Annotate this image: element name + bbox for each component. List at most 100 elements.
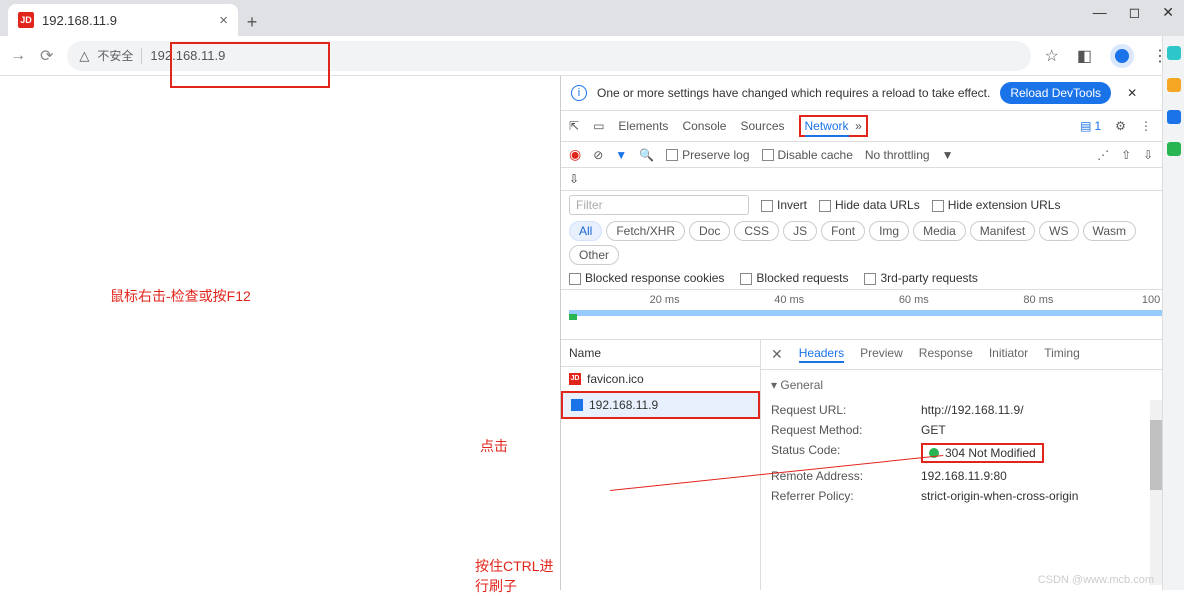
url-text: 192.168.11.9 [150,48,225,63]
hide-ext-checkbox[interactable]: Hide extension URLs [932,198,1061,212]
side-icon-3[interactable] [1167,110,1181,124]
more-icon[interactable]: ⋮ [1140,119,1152,133]
info-bar: i One or more settings have changed whic… [561,76,1184,111]
extensions-icon[interactable]: ◧ [1077,46,1092,66]
wifi-icon[interactable]: ⋰ [1097,148,1109,162]
annotation-click: 点击 [480,436,508,456]
new-tab-button[interactable]: + [238,8,266,36]
side-panel-strip [1162,36,1184,590]
request-item-page[interactable]: 192.168.11.9 [561,391,760,419]
chip-font[interactable]: Font [821,221,865,241]
tab-network[interactable]: Network [805,119,849,137]
window-controls: — ◻ ✕ [1093,4,1174,21]
filter-bar: Filter Invert Hide data URLs Hide extens… [561,191,1184,290]
info-message: One or more settings have changed which … [597,86,990,100]
close-detail-icon[interactable]: ✕ [771,346,783,363]
network-timeline[interactable]: 20 ms40 ms60 ms80 ms100 ms [561,290,1184,340]
favicon-jd-icon: JD [18,12,34,28]
devtools-tabs: ⇱ ▭ Elements Console Sources Network » ▤… [561,111,1184,142]
tab-console[interactable]: Console [682,119,726,133]
filter-chips: All Fetch/XHR Doc CSS JS Font Img Media … [569,221,1176,265]
issues-badge[interactable]: ▤ 1 [1080,119,1101,133]
chip-css[interactable]: CSS [734,221,779,241]
tab-sources[interactable]: Sources [740,119,784,133]
chip-manifest[interactable]: Manifest [970,221,1035,241]
tab-headers[interactable]: Headers [799,346,844,363]
record-icon[interactable]: ◉ [569,146,581,163]
inspect-icon[interactable]: ⇱ [569,119,579,133]
third-party-checkbox[interactable]: 3rd-party requests [864,271,977,285]
kv-remote-address: Remote Address:192.168.11.9:80 [761,466,1184,486]
annotation-ctrl: 按住CTRL进行刷子 [475,556,560,596]
download-icon[interactable]: ⇩ [1143,148,1153,162]
devtools-panel: i One or more settings have changed whic… [560,76,1184,590]
request-list: Name JD favicon.ico 192.168.11.9 [561,340,761,590]
side-icon-1[interactable] [1167,46,1181,60]
reload-devtools-button[interactable]: Reload DevTools [1000,82,1111,104]
tab-initiator[interactable]: Initiator [989,346,1028,363]
throttling-select[interactable]: No throttling [865,148,930,162]
request-item-favicon[interactable]: JD favicon.ico [561,367,760,391]
chip-other[interactable]: Other [569,245,619,265]
settings-icon[interactable]: ⚙ [1115,119,1126,133]
filter-toggle-icon[interactable]: ▼ [615,148,627,162]
close-tab-icon[interactable]: × [219,12,228,29]
not-secure-label: 不安全 [97,47,133,64]
filter-input[interactable]: Filter [569,195,749,215]
clear-icon[interactable]: ⊘ [593,148,603,162]
tab-response[interactable]: Response [919,346,973,363]
scrollbar[interactable] [1150,400,1162,585]
browser-tab-bar: JD 192.168.11.9 × + [0,0,1184,36]
bookmark-icon[interactable]: ☆ [1045,46,1059,66]
address-bar: → ⟳ △ 不安全 192.168.11.9 ☆ ◧ ⋮ [0,36,1184,76]
document-icon [571,399,583,411]
hide-data-checkbox[interactable]: Hide data URLs [819,198,920,212]
minimize-icon[interactable]: — [1093,4,1107,21]
kv-status-code: Status Code:304 Not Modified [761,440,1184,466]
close-info-icon[interactable]: ✕ [1127,86,1137,100]
reload-icon[interactable]: ⟳ [40,46,53,66]
page-content: 鼠标右击-检查或按F12 点击 按住CTRL进行刷子 [0,76,560,590]
chip-media[interactable]: Media [913,221,966,241]
forward-icon[interactable]: → [10,47,26,65]
disable-cache[interactable]: Disable cache [762,148,853,162]
not-secure-icon: △ [79,48,89,64]
side-icon-4[interactable] [1167,142,1181,156]
chip-ws[interactable]: WS [1039,221,1078,241]
blocked-cookies-checkbox[interactable]: Blocked response cookies [569,271,724,285]
info-icon: i [571,85,587,101]
request-list-header[interactable]: Name [561,340,760,367]
request-detail: ✕ Headers Preview Response Initiator Tim… [761,340,1184,590]
har-icon[interactable]: ⇩ [569,172,579,186]
favicon-icon: JD [569,373,581,385]
url-input[interactable]: △ 不安全 192.168.11.9 [67,41,1030,71]
tab-elements[interactable]: Elements [618,119,668,133]
upload-icon[interactable]: ⇧ [1121,148,1131,162]
preserve-log[interactable]: Preserve log [666,148,749,162]
kv-request-method: Request Method:GET [761,420,1184,440]
maximize-icon[interactable]: ◻ [1129,4,1141,21]
invert-checkbox[interactable]: Invert [761,198,807,212]
chip-img[interactable]: Img [869,221,909,241]
chip-fetch[interactable]: Fetch/XHR [606,221,685,241]
browser-tab[interactable]: JD 192.168.11.9 × [8,4,238,36]
kv-request-url: Request URL:http://192.168.11.9/ [761,400,1184,420]
kv-referrer-policy: Referrer Policy:strict-origin-when-cross… [761,486,1184,506]
chip-wasm[interactable]: Wasm [1083,221,1137,241]
throttling-dropdown-icon[interactable]: ▼ [942,148,954,162]
watermark: CSDN @www.mcb.com [1038,574,1154,586]
search-icon[interactable]: 🔍 [639,148,654,162]
chip-doc[interactable]: Doc [689,221,730,241]
blocked-requests-checkbox[interactable]: Blocked requests [740,271,848,285]
device-icon[interactable]: ▭ [593,119,604,133]
general-section[interactable]: ▾ General [771,374,1174,396]
network-toolbar: ◉ ⊘ ▼ 🔍 Preserve log Disable cache No th… [561,142,1184,168]
chip-js[interactable]: JS [783,221,817,241]
close-window-icon[interactable]: ✕ [1162,4,1174,21]
profile-avatar[interactable] [1110,44,1134,68]
chip-all[interactable]: All [569,221,602,241]
annotation-right-click: 鼠标右击-检查或按F12 [110,286,251,306]
tab-timing[interactable]: Timing [1044,346,1080,363]
tab-preview[interactable]: Preview [860,346,903,363]
side-icon-2[interactable] [1167,78,1181,92]
